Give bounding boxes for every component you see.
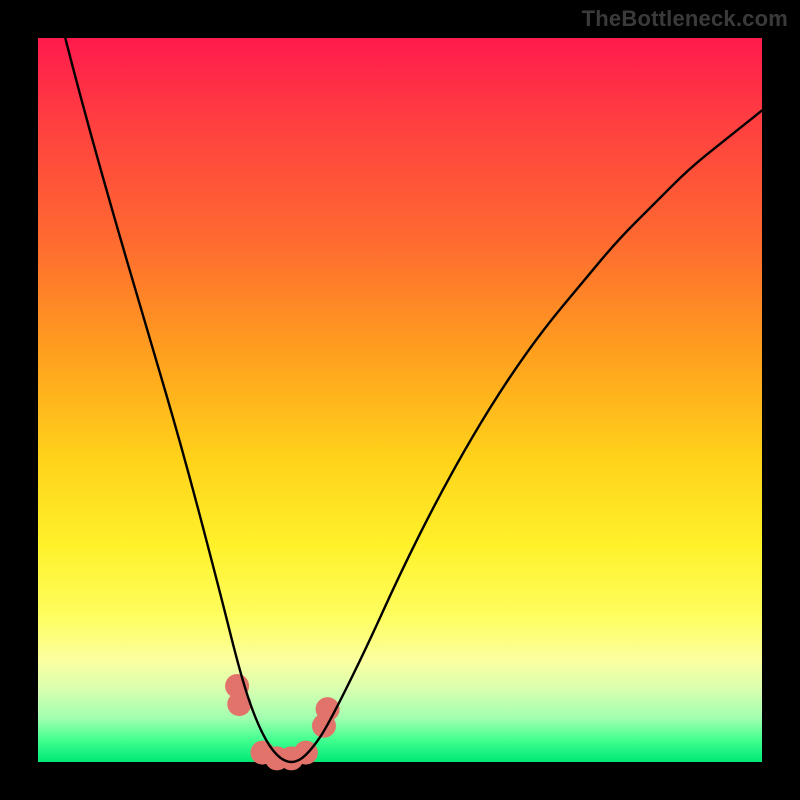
- chart-frame: TheBottleneck.com: [0, 0, 800, 800]
- marker-group: [225, 674, 340, 770]
- chart-svg: [38, 38, 762, 762]
- watermark-text: TheBottleneck.com: [582, 6, 788, 32]
- chart-plot-area: [38, 38, 762, 762]
- bottleneck-curve-path: [38, 0, 762, 762]
